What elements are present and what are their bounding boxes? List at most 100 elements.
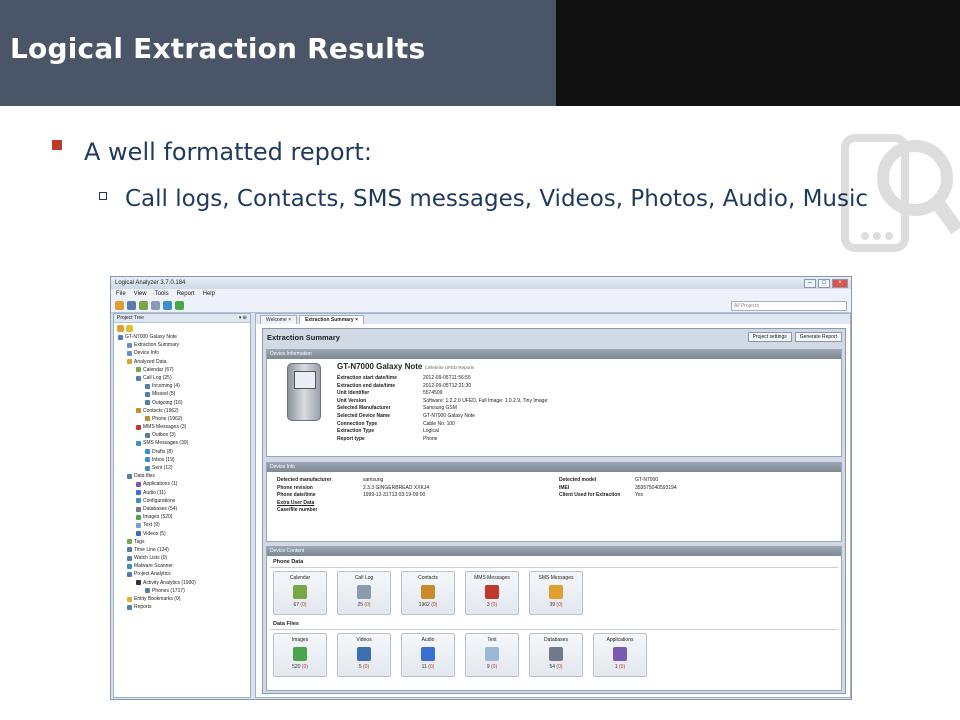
tree-node-icon bbox=[145, 457, 150, 463]
tree-item[interactable]: Project Analytics bbox=[114, 570, 250, 578]
kv-value: Logical bbox=[423, 428, 439, 435]
tree-item[interactable]: Phone (1962) bbox=[114, 415, 250, 423]
maximize-button[interactable]: □ bbox=[818, 278, 830, 288]
tree-item[interactable]: Calendar (67) bbox=[114, 366, 250, 374]
tree-item[interactable]: Device Info bbox=[114, 349, 250, 357]
kv-key: Client Used for Extraction bbox=[559, 492, 621, 499]
tile-count: 5 (0) bbox=[358, 664, 370, 670]
tab-extraction-summary[interactable]: Extraction Summary × bbox=[299, 315, 364, 324]
pin-icon[interactable]: ▾ ⊕ bbox=[239, 314, 250, 322]
kv-key: Connection Type bbox=[337, 420, 378, 427]
menu-item-help[interactable]: Help bbox=[203, 291, 215, 297]
menu-item-report[interactable]: Report bbox=[177, 291, 195, 297]
kv-value: Cable No. 100 bbox=[423, 420, 455, 427]
kv-value: 359575040593194 bbox=[635, 484, 677, 491]
tree-node-icon bbox=[127, 563, 132, 569]
tree-item[interactable]: Missed (5) bbox=[114, 390, 250, 398]
tile-contacts[interactable]: Contacts 1962 (0) bbox=[401, 571, 455, 615]
tree-item[interactable]: Images (520) bbox=[114, 513, 250, 521]
open-icon[interactable] bbox=[115, 301, 124, 310]
device-info-section: Device Info Detected manufacturer samsung… bbox=[266, 462, 842, 542]
tree-item[interactable]: Malware Scanner bbox=[114, 562, 250, 570]
search-input[interactable]: All Projects bbox=[731, 300, 847, 311]
tree-node-icon bbox=[145, 449, 150, 455]
settings-icon[interactable] bbox=[151, 301, 160, 310]
videos-icon bbox=[357, 647, 371, 661]
tree-item[interactable]: Analyzed Data bbox=[114, 358, 250, 366]
tile-text[interactable]: Text 9 (0) bbox=[465, 633, 519, 677]
kv-key: Selected Manufacturer bbox=[337, 405, 391, 412]
tree-item[interactable]: Call Log (25) bbox=[114, 374, 250, 382]
kv-key: Unit Version bbox=[337, 397, 367, 404]
tools-icon[interactable] bbox=[139, 301, 148, 310]
folder-icon[interactable] bbox=[117, 324, 124, 332]
tile-sms-messages[interactable]: SMS Messages 39 (0) bbox=[529, 571, 583, 615]
menu-item-tools[interactable]: Tools bbox=[155, 291, 169, 297]
tree-item[interactable]: Reports bbox=[114, 603, 250, 611]
tree-item-label: Outgoing (16) bbox=[152, 399, 183, 406]
tree-item-label: Videos (5) bbox=[143, 530, 166, 537]
tile-call-log[interactable]: Call Log 25 (0) bbox=[337, 571, 391, 615]
tree-item[interactable]: Entity Bookmarks (0) bbox=[114, 595, 250, 603]
tree-item[interactable]: Videos (5) bbox=[114, 530, 250, 538]
tile-videos[interactable]: Videos 5 (0) bbox=[337, 633, 391, 677]
minimize-button[interactable]: – bbox=[804, 278, 816, 288]
tile-databases[interactable]: Databases 54 (0) bbox=[529, 633, 583, 677]
tree-item[interactable]: Drafts (8) bbox=[114, 448, 250, 456]
tab-bar: Welcome × Extraction Summary × bbox=[256, 314, 850, 324]
calendar-icon bbox=[293, 585, 307, 599]
data-files-label: Data Files bbox=[273, 621, 299, 627]
tree-item[interactable]: Incoming (4) bbox=[114, 382, 250, 390]
tile-mms-messages[interactable]: MMS Messages 3 (0) bbox=[465, 571, 519, 615]
menu-item-view[interactable]: View bbox=[134, 291, 147, 297]
save-icon[interactable] bbox=[127, 301, 136, 310]
tree-item[interactable]: GT-N7000 Galaxy Note bbox=[114, 333, 250, 341]
tree-node-icon bbox=[127, 539, 132, 545]
tree-item[interactable]: Applications (1) bbox=[114, 480, 250, 488]
tree-item[interactable]: SMS Messages (39) bbox=[114, 439, 250, 447]
bullet-marker bbox=[52, 140, 62, 150]
tree-item[interactable]: Text (9) bbox=[114, 521, 250, 529]
close-button[interactable]: × bbox=[832, 278, 848, 288]
generate-report-button[interactable]: Generate Report bbox=[794, 332, 842, 342]
tree-item-label: Time Line (134) bbox=[134, 546, 169, 553]
kv-value: GT-N7000 bbox=[635, 477, 659, 483]
tree-item[interactable]: Data files bbox=[114, 472, 250, 480]
tree-item[interactable]: Sent (12) bbox=[114, 464, 250, 472]
tree-item[interactable]: Extraction Summary bbox=[114, 341, 250, 349]
tree-item[interactable]: Outbox (3) bbox=[114, 431, 250, 439]
tree-item-label: Tags bbox=[134, 538, 145, 545]
tree-item[interactable]: MMS Messages (3) bbox=[114, 423, 250, 431]
export-icon[interactable] bbox=[175, 301, 184, 310]
tree-item[interactable]: Contacts (1962) bbox=[114, 407, 250, 415]
project-tree-title: Project Tree bbox=[117, 315, 144, 321]
tree-item-label: Audio (11) bbox=[143, 489, 166, 496]
tree-item[interactable]: Phones (1717) bbox=[114, 587, 250, 595]
tree-item[interactable]: Tags bbox=[114, 538, 250, 546]
tab-welcome[interactable]: Welcome × bbox=[260, 315, 298, 324]
tile-count: 520 (0) bbox=[292, 664, 308, 670]
tile-images[interactable]: Images 520 (0) bbox=[273, 633, 327, 677]
kv-value: Samsung GSM bbox=[423, 405, 457, 412]
tile-calendar[interactable]: Calendar 67 (0) bbox=[273, 571, 327, 615]
new-folder-icon[interactable] bbox=[126, 324, 133, 332]
tree-item[interactable]: Inbox (19) bbox=[114, 456, 250, 464]
tree-item[interactable]: Time Line (134) bbox=[114, 546, 250, 554]
tree-item[interactable]: Outgoing (16) bbox=[114, 399, 250, 407]
tree-item[interactable]: Audio (11) bbox=[114, 489, 250, 497]
menu-item-file[interactable]: File bbox=[116, 291, 126, 297]
kv-row: Extraction end date/time 2012-09-05T12:21… bbox=[337, 383, 837, 391]
tile-applications[interactable]: Applications 1 (0) bbox=[593, 633, 647, 677]
tree-item[interactable]: Activity Analytics (1990) bbox=[114, 579, 250, 587]
project-settings-button[interactable]: Project settings bbox=[747, 332, 792, 342]
tile-audio[interactable]: Audio 11 (0) bbox=[401, 633, 455, 677]
tree-item[interactable]: Databases (54) bbox=[114, 505, 250, 513]
kv-row: Extraction Type Logical bbox=[337, 428, 837, 436]
refresh-icon[interactable] bbox=[163, 301, 172, 310]
kv-key: IMEI bbox=[559, 484, 570, 491]
kv-row: Detected manufacturer samsung bbox=[277, 477, 537, 485]
tree-item[interactable]: Configurations bbox=[114, 497, 250, 505]
tree-node-icon bbox=[136, 506, 141, 512]
kv-row: Unit Identifier 5574509 bbox=[337, 390, 837, 398]
tree-item[interactable]: Watch Lists (0) bbox=[114, 554, 250, 562]
